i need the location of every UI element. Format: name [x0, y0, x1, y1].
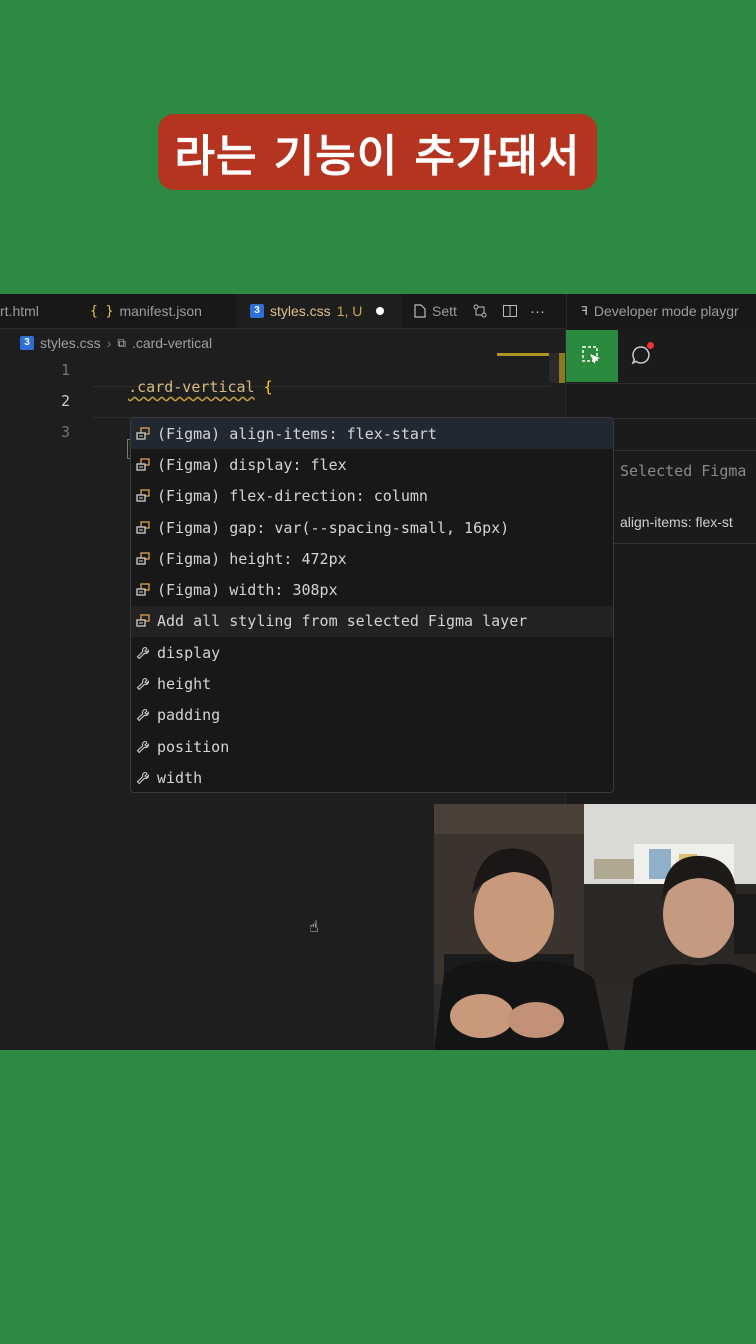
- suggestion-label: (Figma) display: flex: [157, 455, 347, 474]
- hand-cursor-icon: ☝: [309, 917, 319, 936]
- suggestion-item[interactable]: (Figma) width: 308px: [131, 574, 613, 605]
- tab-label: rt.html: [0, 303, 39, 319]
- breadcrumb-symbol[interactable]: .card-vertical: [132, 335, 212, 351]
- suggestion-label: (Figma) width: 308px: [157, 581, 338, 600]
- suggestion-item[interactable]: padding: [131, 700, 613, 731]
- wrench-icon: [135, 739, 151, 755]
- file-icon: [414, 304, 426, 318]
- suggestion-item[interactable]: position: [131, 731, 613, 762]
- suggestion-label: (Figma) flex-direction: column: [157, 487, 428, 506]
- figma-snippet-icon: [135, 426, 151, 442]
- suggestion-item[interactable]: height: [131, 668, 613, 699]
- line-number: 3: [60, 423, 70, 441]
- suggestion-label: (Figma) height: 472px: [157, 549, 347, 568]
- suggestion-item[interactable]: display: [131, 637, 613, 668]
- line-number: 2: [60, 392, 70, 410]
- tab-developer-mode[interactable]: ꟻ Developer mode playgr: [566, 294, 756, 328]
- tab-label: Developer mode playgr: [593, 303, 739, 319]
- figma-snippet-icon: [135, 520, 151, 536]
- tab-badge: 1, U: [336, 303, 363, 319]
- json-icon: { }: [90, 303, 114, 319]
- line-number: 1: [60, 361, 70, 379]
- suggestion-item[interactable]: (Figma) display: flex: [131, 449, 613, 480]
- suggestion-item[interactable]: (Figma) align-items: flex-start: [131, 418, 613, 450]
- split-editor-icon[interactable]: [502, 294, 518, 328]
- more-actions-icon[interactable]: ···: [530, 294, 545, 328]
- suggestion-item[interactable]: width: [131, 762, 613, 792]
- comment-icon[interactable]: [628, 342, 654, 368]
- figma-snippet-icon: [135, 457, 151, 473]
- notification-dot: [647, 342, 654, 349]
- figma-icon: ꟻ: [581, 304, 588, 318]
- suggestion-label: display: [157, 643, 221, 662]
- suggestion-item[interactable]: (Figma) height: 472px: [131, 543, 613, 574]
- code-line-1[interactable]: .card-vertical {: [92, 360, 273, 414]
- webcam-overlay: [434, 804, 756, 1050]
- suggestion-label: width: [157, 768, 203, 787]
- css-selector: .card-vertical: [128, 378, 255, 396]
- chevron-right-icon: ›: [106, 335, 112, 351]
- suggestion-item[interactable]: (Figma) flex-direction: column: [131, 481, 613, 512]
- compare-changes-icon[interactable]: [472, 294, 488, 328]
- breadcrumb: 3 styles.css › ⧉ .card-vertical: [20, 332, 212, 354]
- caption-banner: 라는 기능이 추가돼서: [158, 114, 597, 190]
- tab-styles-css[interactable]: 3 styles.css 1, U: [236, 294, 402, 328]
- css-icon: 3: [20, 336, 34, 350]
- tab-label: styles.css: [270, 303, 331, 319]
- suggestion-label: (Figma) align-items: flex-start: [157, 424, 437, 443]
- panel-toolbar: [566, 328, 756, 384]
- wrench-icon: [135, 707, 151, 723]
- tab-label: Sett: [432, 303, 457, 319]
- tab-html[interactable]: rt.html: [0, 294, 66, 328]
- wrench-icon: [135, 770, 151, 786]
- unsaved-dot-icon: [376, 307, 385, 315]
- autocomplete-suggestions: (Figma) align-items: flex-start (Figma) d…: [130, 417, 614, 793]
- wrench-icon: [135, 645, 151, 661]
- select-cursor-icon[interactable]: [566, 330, 618, 382]
- suggestion-label: Add all styling from selected Figma laye…: [157, 612, 528, 631]
- breadcrumb-file[interactable]: styles.css: [40, 335, 101, 351]
- suggestion-item[interactable]: (Figma) gap: var(--spacing-small, 16px): [131, 512, 613, 543]
- screen-recording: rt.html { } manifest.json 3 styles.css 1…: [0, 294, 756, 1050]
- editor-tab-bar: rt.html { } manifest.json 3 styles.css 1…: [0, 294, 756, 329]
- figma-snippet-icon: [135, 551, 151, 567]
- wrench-icon: [135, 676, 151, 692]
- suggestion-label: height: [157, 675, 212, 694]
- tab-manifest[interactable]: { } manifest.json: [90, 294, 230, 328]
- figma-property: align-items: flex-st: [620, 514, 733, 530]
- tab-label: manifest.json: [119, 303, 202, 319]
- suggestion-item[interactable]: Add all styling from selected Figma laye…: [131, 605, 613, 638]
- figma-snippet-icon: [135, 613, 151, 629]
- figma-snippet-icon: [135, 582, 151, 598]
- tab-settings[interactable]: Sett: [414, 294, 466, 328]
- symbol-icon: ⧉: [117, 335, 126, 350]
- suggestion-label: padding: [157, 706, 221, 725]
- css-icon: 3: [250, 304, 264, 318]
- webcam-video: [434, 804, 756, 1050]
- selected-figma-label: Selected Figma: [620, 462, 747, 480]
- suggestion-label: (Figma) gap: var(--spacing-small, 16px): [157, 518, 510, 537]
- figma-snippet-icon: [135, 488, 151, 504]
- minimap-highlight: [497, 353, 549, 356]
- suggestion-label: position: [157, 737, 230, 756]
- open-brace: {: [263, 378, 273, 396]
